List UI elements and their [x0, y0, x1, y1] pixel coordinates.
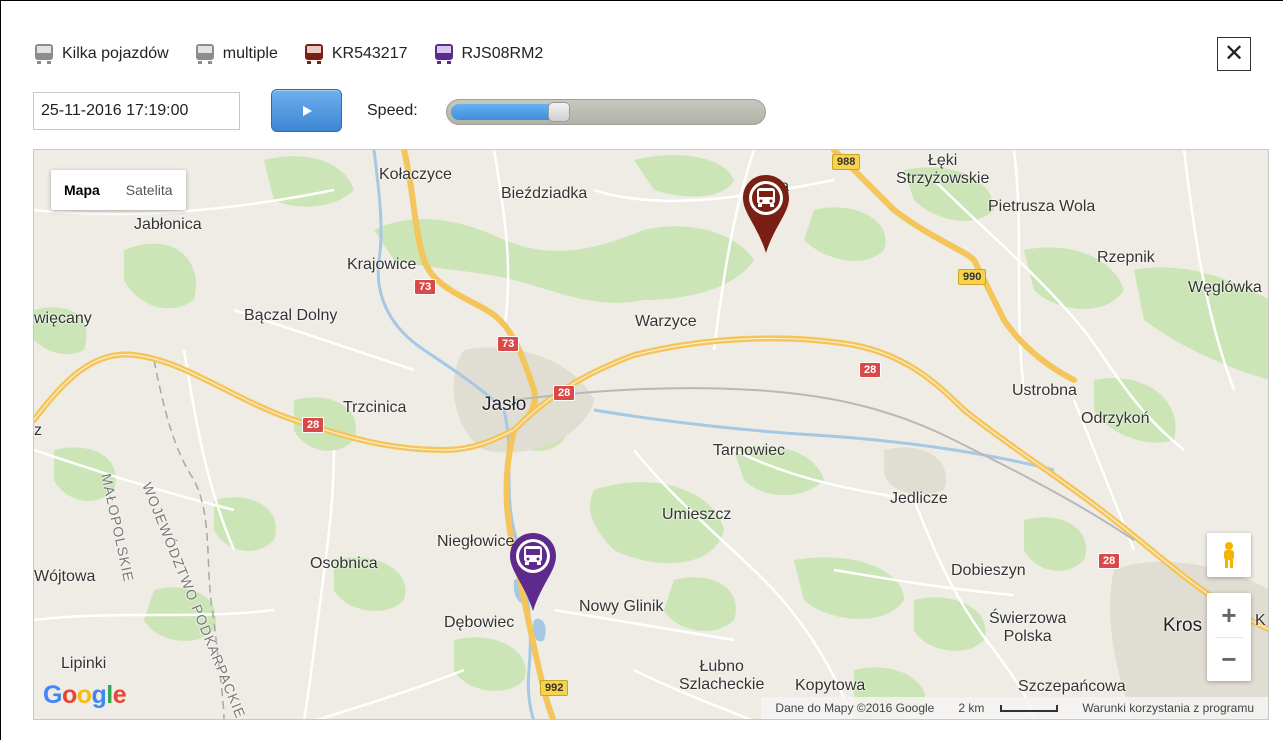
- close-icon: ✕: [1223, 40, 1245, 67]
- bus-icon: [195, 44, 214, 64]
- speed-slider[interactable]: [446, 99, 766, 125]
- place-label: Pietrusza Wola: [988, 198, 1096, 215]
- speed-slider-fill: [451, 104, 560, 120]
- place-label: z: [34, 422, 42, 439]
- map-scale[interactable]: 2 km: [950, 701, 1066, 715]
- vehicle-marker-rjs08rm2[interactable]: [508, 531, 558, 613]
- close-button[interactable]: ✕: [1217, 37, 1251, 71]
- road-number-badge: 73: [497, 336, 520, 352]
- place-label: Jabłonica: [134, 216, 202, 233]
- place-label: Krajowice: [347, 256, 417, 273]
- legend-item-group[interactable]: Kilka pojazdów: [34, 43, 169, 65]
- map-type-map-button[interactable]: Mapa: [51, 170, 113, 210]
- road-number-badge: 988: [832, 154, 861, 170]
- play-button[interactable]: [271, 89, 342, 132]
- place-label: Bączal Dolny: [244, 307, 338, 324]
- place-label: Bieździadka: [501, 185, 588, 202]
- road-number-badge: 28: [1098, 553, 1121, 569]
- scale-bar: [1000, 705, 1059, 713]
- place-label: Tarnowiec: [713, 442, 786, 459]
- place-label: Odrzykoń: [1081, 410, 1150, 427]
- place-label: Jedlicze: [890, 490, 948, 507]
- place-label: Kopytowa: [795, 677, 866, 694]
- place-label: Łęki Strzyżowskie: [896, 152, 990, 187]
- place-label: Lipinki: [61, 655, 107, 672]
- legend-item-kr543217[interactable]: KR543217: [304, 43, 408, 65]
- zoom-in-button[interactable]: +: [1207, 593, 1251, 637]
- map-type-control: Mapa Satelita: [51, 170, 186, 210]
- place-label-city: Jasło: [482, 394, 527, 415]
- datetime-input[interactable]: [33, 92, 240, 130]
- place-label: Dobieszyn: [951, 562, 1026, 579]
- map-type-satellite-button[interactable]: Satelita: [113, 170, 186, 210]
- pegman-icon: [1224, 542, 1234, 568]
- map-data-credit: Dane do Mapy ©2016 Google: [775, 701, 935, 715]
- vehicle-legend: Kilka pojazdów multiple KR543217 RJS08RM…: [34, 40, 569, 68]
- place-label: Warzyce: [635, 313, 697, 330]
- zoom-divider: [1215, 637, 1243, 638]
- place-label: Dębowiec: [444, 614, 515, 631]
- place-label: Trzcinica: [343, 399, 407, 416]
- road-number-badge: 28: [553, 385, 576, 401]
- speed-label: Speed:: [367, 102, 418, 119]
- speed-slider-handle[interactable]: [548, 102, 570, 122]
- road-number-badge: 28: [302, 417, 325, 433]
- zoom-out-button[interactable]: −: [1207, 637, 1251, 681]
- legend-label: KR543217: [331, 45, 408, 62]
- bus-icon: [304, 44, 323, 64]
- legend-label: Kilka pojazdów: [62, 45, 169, 62]
- place-label: więcany: [34, 310, 92, 327]
- bus-icon: [434, 44, 453, 64]
- place-label-city: Kros: [1163, 615, 1203, 636]
- place-label: Kołaczyce: [379, 166, 452, 183]
- place-label: Łubno Szlacheckie: [679, 658, 765, 693]
- place-label: Rzepnik: [1097, 249, 1155, 266]
- road-number-badge: 990: [958, 269, 987, 285]
- place-label: Szczepańcowa: [1018, 678, 1126, 695]
- road-number-badge: 28: [859, 362, 882, 378]
- place-label: Ustrobna: [1012, 382, 1077, 399]
- place-label: Umieszcz: [662, 506, 732, 523]
- map-view[interactable]: Kołaczyce Bieździadka Jabłonica Łęki Str…: [33, 149, 1269, 720]
- place-label: Niegłowice: [437, 533, 515, 550]
- place-label: K: [1255, 612, 1266, 629]
- bus-icon: [35, 44, 53, 64]
- place-label: Węglówka: [1188, 279, 1262, 296]
- place-label: Nowy Glinik: [579, 598, 664, 615]
- map-attribution: Dane do Mapy ©2016 Google 2 km Warunki k…: [761, 697, 1268, 719]
- zoom-control: + −: [1207, 593, 1251, 681]
- vehicle-marker-kr543217[interactable]: [741, 173, 791, 255]
- legend-label: multiple: [222, 45, 278, 62]
- google-logo[interactable]: Google: [43, 681, 127, 710]
- street-view-pegman-button[interactable]: [1207, 533, 1251, 577]
- play-icon: [302, 105, 312, 116]
- legend-item-rjs08rm2[interactable]: RJS08RM2: [434, 43, 544, 65]
- terms-link[interactable]: Warunki korzystania z programu: [1082, 701, 1254, 715]
- road-number-badge: 992: [540, 680, 569, 696]
- place-label: Osobnica: [310, 555, 378, 572]
- legend-label: RJS08RM2: [461, 45, 544, 62]
- map-base-layer: [34, 150, 1268, 719]
- road-number-badge: 73: [414, 279, 437, 295]
- place-label: Świerzowa Polska: [989, 610, 1067, 645]
- place-label: Wójtowa: [34, 568, 96, 585]
- legend-item-multiple[interactable]: multiple: [195, 43, 278, 65]
